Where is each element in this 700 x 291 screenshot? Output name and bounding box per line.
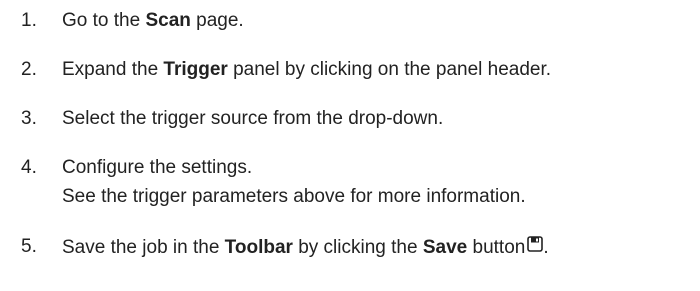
step-text: Save the job in the Toolbar by clicking … bbox=[62, 232, 549, 262]
step-number: 1. bbox=[21, 10, 37, 31]
step-text-part: Go to the bbox=[62, 10, 146, 31]
step-text-part: by clicking the bbox=[292, 237, 423, 258]
step-text-part: page. bbox=[190, 10, 244, 31]
step-number: 3. bbox=[21, 108, 37, 129]
step-text: Expand the Trigger panel by clicking on … bbox=[62, 55, 551, 84]
step-text-part: Save the job in the bbox=[62, 237, 225, 258]
save-button-name: Save bbox=[422, 237, 468, 258]
step-number: 2. bbox=[21, 59, 37, 80]
page-name-scan: Scan bbox=[145, 10, 191, 31]
step-main-text: Configure the settings. bbox=[62, 157, 253, 178]
toolbar-name: Toolbar bbox=[224, 237, 293, 258]
step-text-part: button bbox=[467, 237, 526, 258]
step-text: Go to the Scan page. bbox=[62, 6, 244, 35]
step-number: 5. bbox=[21, 236, 37, 257]
step-number: 4. bbox=[21, 157, 37, 178]
step-text-part: panel by clicking on the panel header. bbox=[227, 59, 552, 80]
step-note: See the trigger parameters above for mor… bbox=[62, 186, 526, 207]
step-text-part: Expand the bbox=[62, 59, 164, 80]
step-text: Configure the settings. See the trigger … bbox=[62, 153, 526, 211]
save-icon bbox=[527, 232, 544, 261]
step-text: Select the trigger source from the drop-… bbox=[62, 108, 444, 129]
instruction-steps: 1. Go to the Scan page. 2. Expand the Tr… bbox=[0, 0, 700, 291]
panel-name-trigger: Trigger bbox=[163, 59, 228, 80]
step-text-part: . bbox=[543, 237, 549, 258]
